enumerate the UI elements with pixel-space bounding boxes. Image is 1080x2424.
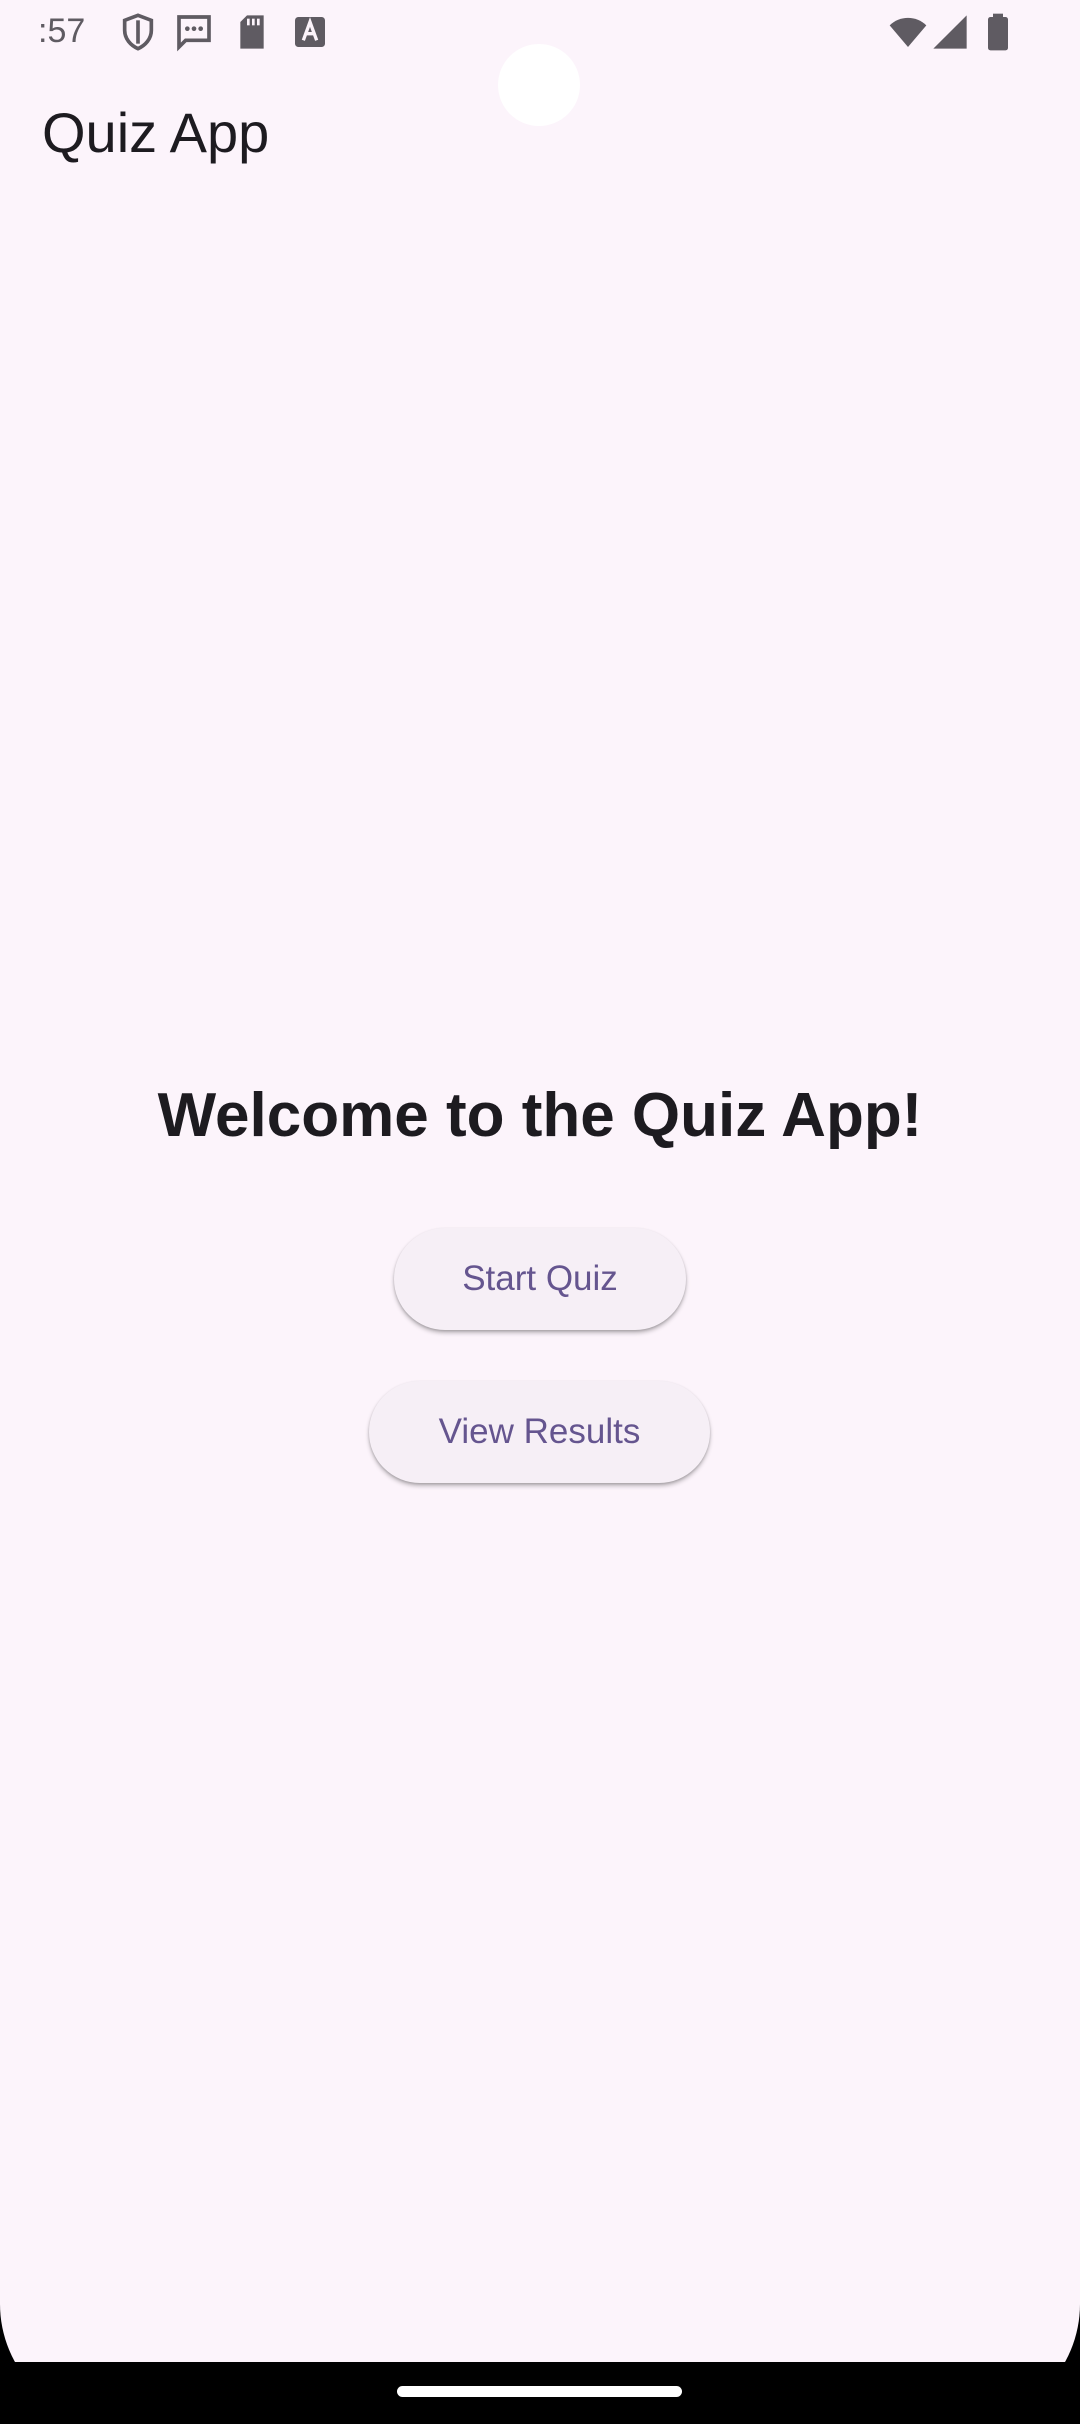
battery-icon [988, 13, 1008, 51]
keyboard-a-icon [295, 17, 325, 47]
status-time: :57 [38, 12, 86, 50]
camera-cutout [498, 44, 580, 126]
app-screen: :57 Quiz App Welcome to the Quiz App! St… [0, 0, 1080, 2424]
wifi-icon [889, 17, 927, 47]
welcome-heading: Welcome to the Quiz App! [157, 1081, 923, 1150]
signal-icon [933, 15, 967, 49]
start-quiz-button[interactable]: Start Quiz [394, 1228, 686, 1330]
app-bar-title: Quiz App [42, 101, 270, 164]
sd-card-icon [240, 15, 264, 49]
home-gesture-handle[interactable] [397, 2386, 682, 2397]
view-results-button[interactable]: View Results [369, 1381, 710, 1483]
message-icon [177, 15, 211, 52]
status-bar: :57 [0, 0, 1080, 126]
shield-icon [122, 13, 154, 51]
